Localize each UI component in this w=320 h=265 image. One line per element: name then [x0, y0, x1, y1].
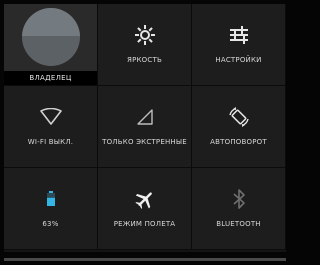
owner-label: ВЛАДЕЛЕЦ [29, 74, 72, 82]
airplane-tile[interactable]: РЕЖИМ ПОЛЕТА [98, 168, 192, 250]
brightness-label: ЯРКОСТЬ [127, 56, 162, 64]
quick-settings-panel: ВЛАДЕЛЕЦ ЯРКОСТЬ НАСТРОЙКИ WI-FI ВЫКЛ. Т… [4, 4, 286, 252]
autorotate-label: АВТОПОВОРОТ [210, 138, 267, 146]
signal-label: ТОЛЬКО ЭКСТРЕННЫЕ [102, 138, 187, 146]
brightness-icon [130, 24, 160, 46]
battery-icon [36, 188, 66, 210]
settings-sliders-icon [224, 24, 254, 46]
battery-level-fill [46, 197, 55, 206]
settings-tile[interactable]: НАСТРОЙКИ [192, 4, 286, 86]
bluetooth-icon [224, 188, 254, 210]
wifi-icon [36, 106, 66, 128]
quick-settings-grid: ВЛАДЕЛЕЦ ЯРКОСТЬ НАСТРОЙКИ WI-FI ВЫКЛ. Т… [4, 4, 286, 250]
bluetooth-tile[interactable]: BLUETOOTH [192, 168, 286, 250]
battery-tile[interactable]: 63% [4, 168, 98, 250]
wifi-label: WI-FI ВЫКЛ. [27, 138, 74, 146]
airplane-icon [130, 188, 160, 210]
avatar [22, 8, 80, 66]
panel-handle-bar[interactable] [4, 258, 286, 261]
owner-label-bar: ВЛАДЕЛЕЦ [4, 71, 97, 85]
wifi-tile[interactable]: WI-FI ВЫКЛ. [4, 86, 98, 168]
signal-icon [130, 106, 160, 128]
airplane-label: РЕЖИМ ПОЛЕТА [113, 220, 176, 228]
battery-label: 63% [42, 220, 59, 228]
mobile-signal-tile[interactable]: ТОЛЬКО ЭКСТРЕННЫЕ [98, 86, 192, 168]
bluetooth-label: BLUETOOTH [216, 220, 261, 228]
owner-tile[interactable]: ВЛАДЕЛЕЦ [4, 4, 98, 86]
autorotate-tile[interactable]: АВТОПОВОРОТ [192, 86, 286, 168]
autorotate-icon [224, 106, 254, 128]
brightness-tile[interactable]: ЯРКОСТЬ [98, 4, 192, 86]
settings-label: НАСТРОЙКИ [215, 56, 262, 64]
